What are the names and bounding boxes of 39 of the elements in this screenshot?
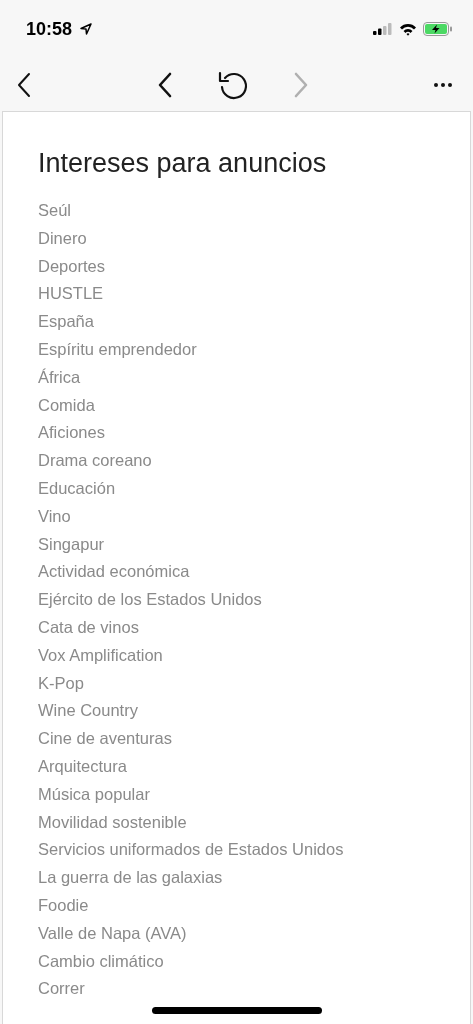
- interest-item: Arquitectura: [38, 755, 128, 777]
- interest-item: Cata de vinos: [38, 616, 140, 638]
- interest-item: Espíritu emprendedor: [38, 339, 198, 360]
- interest-item: Ejército de los Estados Unidos: [38, 589, 263, 611]
- interest-item: Drama coreano: [38, 450, 153, 472]
- interest-item: Movilidad sostenible: [38, 811, 188, 833]
- location-arrow-icon: [80, 23, 93, 35]
- interest-item: K-Pop: [38, 672, 85, 694]
- interest-item: HUSTLE: [38, 283, 105, 305]
- interest-item: Singapur: [38, 533, 106, 555]
- interest-item: La guerra de las galaxias: [38, 867, 224, 889]
- signal-icon: [373, 23, 393, 35]
- battery-charging-icon: [423, 22, 453, 36]
- interest-item: Vino: [38, 505, 72, 527]
- interest-item: Deportes: [38, 255, 106, 277]
- interest-item: Valle de Napa (AVA): [38, 922, 188, 944]
- interest-item: Comida: [38, 394, 96, 416]
- chevron-right-icon: [292, 71, 309, 98]
- interest-item: Educación: [38, 477, 117, 499]
- interest-item: Dinero: [38, 227, 88, 249]
- status-time: 10:58: [26, 18, 73, 40]
- interest-item: Servicios uniformados de Estados Unidos: [38, 839, 345, 861]
- interest-item: Música popular: [38, 783, 151, 805]
- wifi-icon: [399, 22, 417, 36]
- interest-item: África: [38, 366, 82, 388]
- interest-item: Actividad económica: [38, 561, 191, 583]
- page-title: Intereses para anuncios: [38, 148, 328, 179]
- interest-item: Wine Country: [38, 700, 139, 722]
- chevron-left-icon: [16, 71, 32, 98]
- interest-item: Seúl: [38, 200, 73, 221]
- interest-item: Foodie: [38, 894, 90, 916]
- interest-item: España: [38, 311, 95, 333]
- interest-item: Correr: [38, 978, 86, 1000]
- chevron-left-icon: [156, 71, 173, 98]
- interest-item: Cambio climático: [38, 950, 165, 972]
- more-icon: [433, 81, 453, 88]
- interest-item: Vox Amplification: [38, 644, 164, 666]
- interest-item: Cine de aventuras: [38, 728, 173, 750]
- interest-item: Aficiones: [38, 422, 106, 444]
